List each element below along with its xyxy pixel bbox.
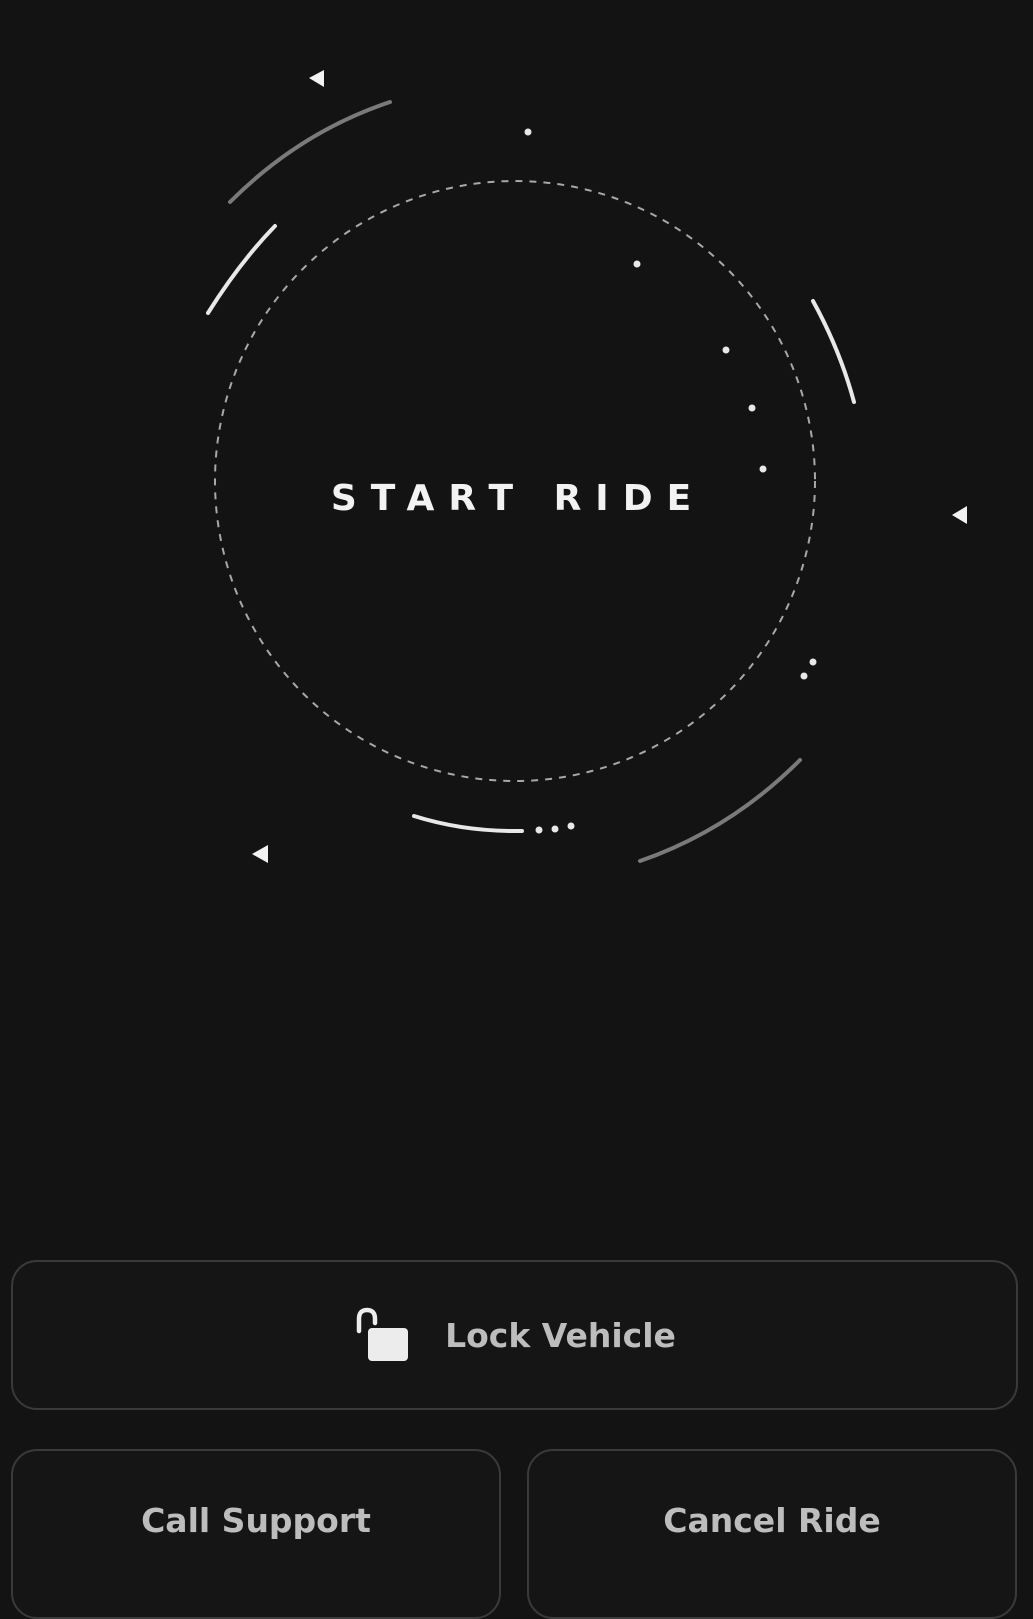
orbit-dot xyxy=(722,346,730,354)
arc-bottom xyxy=(412,814,524,834)
orbit-dot xyxy=(535,826,543,834)
arc-top-left-inner xyxy=(206,224,277,315)
triangle-marker-icon xyxy=(309,70,324,87)
triangle-marker-icon xyxy=(252,845,268,863)
lock-vehicle-button[interactable]: Lock Vehicle xyxy=(11,1260,1018,1410)
call-support-button[interactable]: Call Support xyxy=(11,1449,501,1619)
cancel-ride-label: Cancel Ride xyxy=(663,1500,881,1540)
unlocked-padlock-icon xyxy=(353,1307,411,1363)
start-ride-button[interactable]: START RIDE xyxy=(264,458,764,538)
lock-vehicle-label: Lock Vehicle xyxy=(445,1315,676,1355)
orbit-dot xyxy=(524,128,532,136)
orbit-dot xyxy=(800,672,808,680)
arc-top-left-outer xyxy=(228,100,392,204)
arc-right xyxy=(811,299,856,404)
triangle-marker-icon xyxy=(952,506,967,524)
orbit-dot xyxy=(551,825,559,833)
cancel-ride-button[interactable]: Cancel Ride xyxy=(527,1449,1017,1619)
orbit-dot xyxy=(809,658,817,666)
orbit-dot xyxy=(633,260,641,268)
call-support-label: Call Support xyxy=(141,1500,371,1540)
orbit-dot xyxy=(748,404,756,412)
orbit-dot xyxy=(567,822,575,830)
arc-bottom-right xyxy=(638,758,802,863)
